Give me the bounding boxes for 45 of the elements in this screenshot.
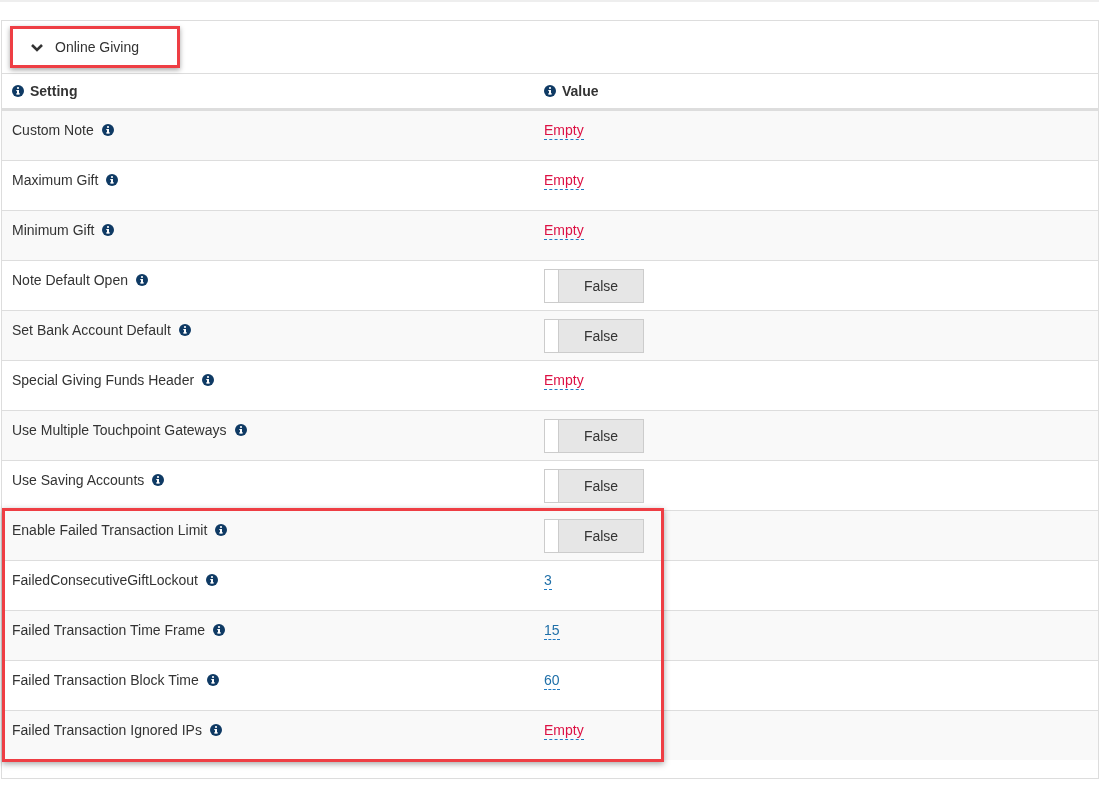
value-link[interactable]: 60 xyxy=(544,671,560,690)
setting-label: Enable Failed Transaction Limit xyxy=(12,521,208,539)
setting-label: Use Saving Accounts xyxy=(12,471,145,489)
setting-label: Use Multiple Touchpoint Gateways xyxy=(12,421,227,439)
toggle-switch[interactable]: False xyxy=(544,469,644,503)
section-toggle[interactable]: Online Giving xyxy=(10,26,181,68)
toggle-switch[interactable]: False xyxy=(544,269,644,303)
info-icon xyxy=(135,274,148,286)
info-icon xyxy=(12,85,24,97)
setting-label: Note Default Open xyxy=(12,271,128,289)
info-icon xyxy=(206,574,218,586)
setting-label: Custom Note xyxy=(12,121,94,139)
info-icon xyxy=(544,85,556,97)
setting-label: Failed Transaction Ignored IPs xyxy=(12,721,202,739)
setting-label: Minimum Gift xyxy=(12,221,95,239)
info-icon xyxy=(152,474,165,486)
column-header: Setting xyxy=(30,83,78,99)
setting-label: Set Bank Account Default xyxy=(12,321,171,339)
column-header: Value xyxy=(562,83,599,99)
toggle-switch[interactable]: False xyxy=(544,519,644,553)
toggle-switch[interactable]: False xyxy=(544,319,644,353)
chevron-icon xyxy=(31,42,43,52)
info-icon xyxy=(202,374,215,386)
value-link[interactable]: Empty xyxy=(544,121,584,140)
value-link[interactable]: Empty xyxy=(544,171,584,190)
info-icon xyxy=(178,324,191,336)
info-icon xyxy=(209,724,222,736)
setting-label: Maximum Gift xyxy=(12,171,99,189)
setting-label: Failed Transaction Time Frame xyxy=(12,621,205,639)
info-icon xyxy=(234,424,247,436)
info-icon xyxy=(206,674,219,686)
setting-label: Failed Transaction Block Time xyxy=(12,671,199,689)
setting-label: FailedConsecutiveGiftLockout xyxy=(12,571,198,589)
info-icon xyxy=(215,524,228,536)
info-icon xyxy=(102,224,115,236)
info-icon xyxy=(106,174,119,186)
value-link[interactable]: 15 xyxy=(544,621,560,640)
toggle-switch[interactable]: False xyxy=(544,419,644,453)
setting-label: Special Giving Funds Header xyxy=(12,371,195,389)
value-link[interactable]: Empty xyxy=(544,721,584,740)
value-link[interactable]: Empty xyxy=(544,371,584,390)
value-link[interactable]: Empty xyxy=(544,221,584,240)
value-link[interactable]: 3 xyxy=(544,571,552,590)
info-icon xyxy=(101,124,114,136)
info-icon xyxy=(212,624,225,636)
